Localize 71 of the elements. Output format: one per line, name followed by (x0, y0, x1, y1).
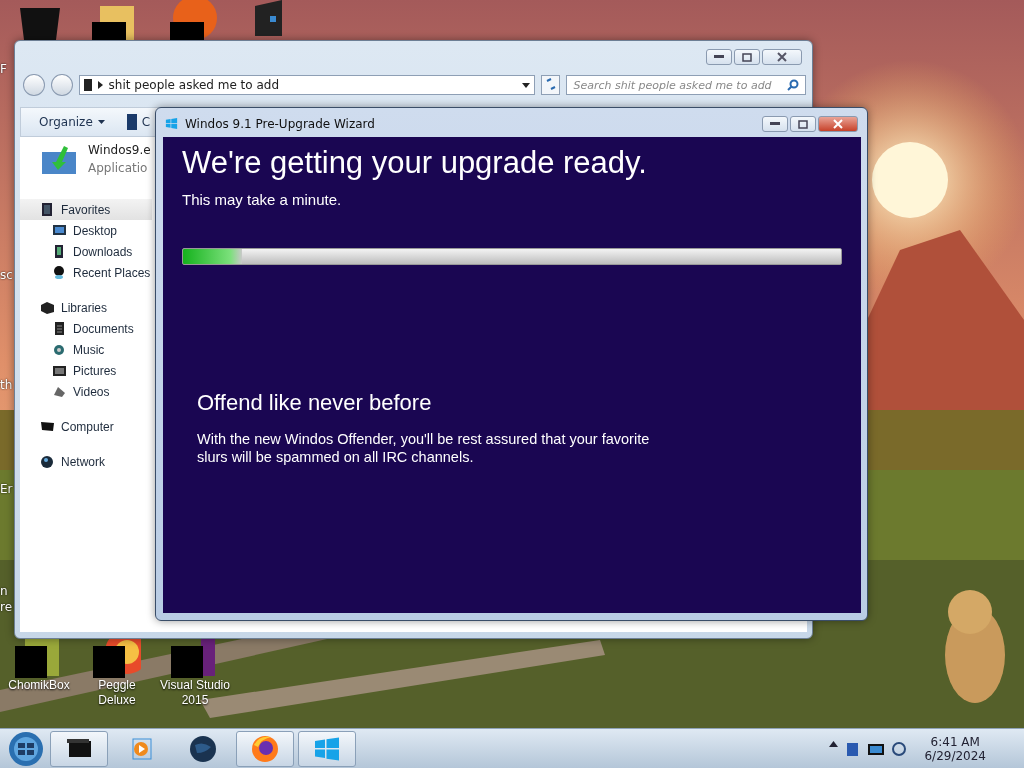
search-field[interactable]: Search shit people asked me to add (566, 75, 806, 95)
nav-item[interactable]: Recent Places (20, 262, 152, 283)
desktop-icon-label: F (0, 62, 7, 76)
windows-logo-icon (164, 116, 179, 131)
nav-item[interactable]: Network (20, 451, 152, 472)
nav-item[interactable]: Music (20, 339, 152, 360)
address-bar[interactable]: shit people asked me to add (78, 75, 535, 95)
search-icon (787, 79, 799, 91)
forward-button[interactable] (50, 74, 73, 96)
folder-icon (83, 79, 92, 91)
close-button[interactable] (762, 49, 802, 65)
chevron-icon (97, 81, 103, 89)
maximize-button[interactable] (790, 116, 816, 132)
subtitle: This may take a minute. (182, 191, 343, 208)
organize-button[interactable]: Organize (39, 115, 105, 129)
file-type: Applicatio (88, 161, 149, 175)
computer-icon (40, 419, 55, 434)
maximize-icon (798, 119, 808, 129)
desktop-icon-label[interactable]: Visual Studio 2015 (156, 678, 234, 708)
back-button[interactable] (23, 74, 45, 96)
pictures-icon (52, 363, 67, 378)
refresh-button[interactable] (540, 75, 561, 95)
maximize-icon (742, 52, 752, 62)
nav-item[interactable]: Documents (20, 318, 152, 339)
desktop-icon-label[interactable]: ChomikBox (8, 678, 70, 693)
dropdown-icon (521, 82, 530, 88)
caret-icon (97, 120, 105, 124)
file-name[interactable]: Windos9.e (88, 143, 151, 157)
desktop-icon-label[interactable]: Peggle Deluxe (78, 678, 156, 708)
desktop-icon (52, 223, 67, 238)
nav-item[interactable]: Computer (20, 416, 152, 437)
nav-item[interactable]: Videos (20, 381, 152, 402)
refresh-icon (545, 77, 556, 90)
toolbar-button[interactable]: C (126, 114, 151, 130)
desktop-icon-label: n (0, 584, 8, 598)
feature-text: With the new Windos Offender, you'll be rest assured that your favorite slurs will be spammed on all IRC channels. (197, 430, 651, 466)
network-icon[interactable] (846, 740, 861, 757)
taskbar-button[interactable] (50, 730, 108, 767)
minimize-icon (714, 55, 724, 59)
minimize-button[interactable] (762, 116, 788, 132)
app-icon (126, 114, 137, 130)
minimize-icon (770, 122, 780, 126)
heading: We're getting your upgrade ready. (182, 145, 648, 181)
installer-icon (42, 144, 76, 174)
network-icon (40, 454, 55, 469)
library-icon (40, 300, 55, 315)
minimize-button[interactable] (706, 49, 732, 65)
app-icon[interactable] (170, 0, 218, 40)
nav-item[interactable]: Favorites (20, 199, 152, 220)
maximize-button[interactable] (734, 49, 760, 65)
window-title: Windos 9.1 Pre-Upgrade Wizard (185, 116, 375, 131)
documents-icon (52, 321, 67, 336)
clock[interactable]: 6:41 AM 6/29/2024 (924, 734, 986, 763)
desktop-icon-label: Er (0, 482, 13, 496)
music-icon (52, 342, 67, 357)
desktop-icon-label: re (0, 600, 13, 614)
desktop-icon-label: sc (0, 268, 13, 282)
close-button[interactable] (818, 116, 858, 132)
close-icon (777, 52, 787, 62)
close-icon (833, 119, 843, 129)
feature-title: Offend like never before (197, 390, 433, 416)
nav-item[interactable]: Downloads (20, 241, 152, 262)
recent-icon (52, 265, 67, 280)
nav-item[interactable]: Libraries (20, 297, 152, 318)
start-button[interactable] (6, 730, 46, 767)
desktop-icon-label: th (0, 378, 13, 392)
taskbar-button[interactable] (236, 730, 294, 767)
speaker-icon[interactable] (892, 740, 907, 757)
nav-item[interactable]: Desktop (20, 220, 152, 241)
videos-icon (52, 384, 67, 399)
nav-item[interactable]: Pictures (20, 360, 152, 381)
